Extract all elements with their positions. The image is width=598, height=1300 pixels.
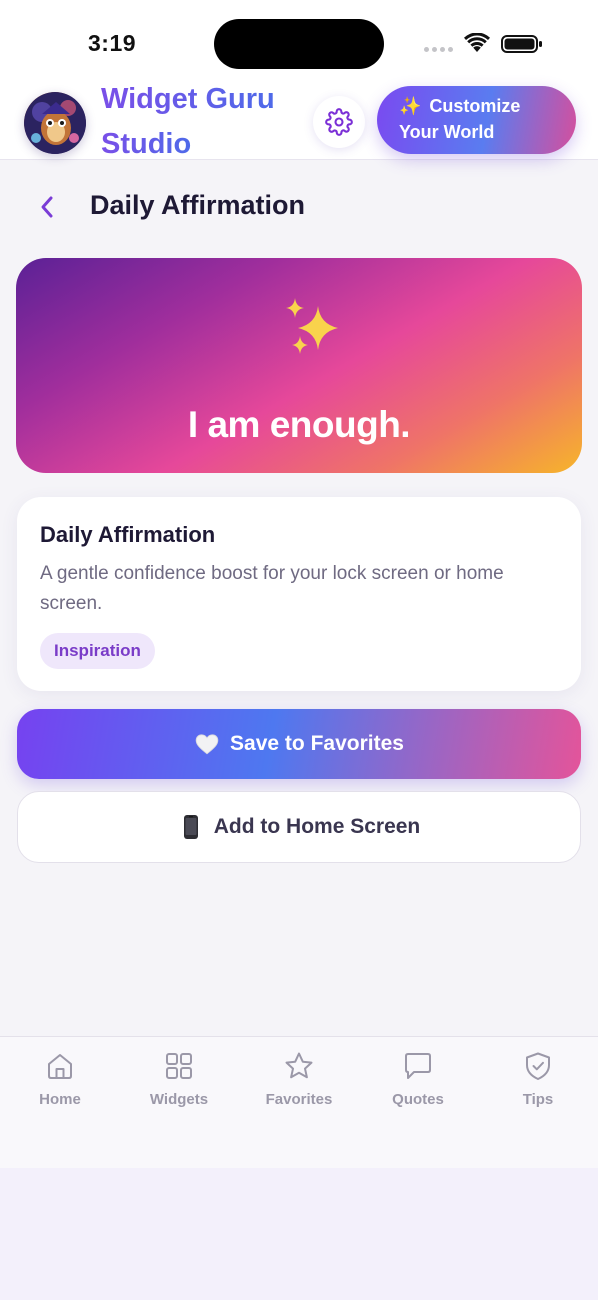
settings-button[interactable] [313,96,365,148]
chat-icon [405,1053,431,1079]
save-to-favorites-button[interactable]: Save to Favorites [17,709,581,779]
brand-title-line-1: Widget Guru [101,83,275,115]
tab-home[interactable]: Home [10,1051,110,1108]
brand-title-line-2: Studio [101,128,192,160]
widget-description: A gentle confidence boost for your lock … [40,563,504,614]
sparkles-icon [286,298,338,354]
tab-widgets[interactable]: Widgets [129,1051,229,1108]
home-icon [48,1054,72,1079]
sparkles-icon: ✨ [399,96,422,116]
wifi-icon [464,33,490,52]
avatar[interactable] [24,92,86,154]
page-title: Daily Affirmation [90,190,306,220]
white-heart-icon [195,734,219,755]
back-button[interactable] [30,190,64,224]
status-time: 3:19 [88,30,137,56]
home-indicator-area [0,1168,598,1300]
grid-icon [166,1053,192,1079]
tab-bar: Home Widgets Favorites Quotes Tips [0,1036,598,1168]
affirmation-text: I am enough. [187,404,411,445]
widget-title: Daily Affirmation [40,522,216,547]
shield-check-icon [526,1052,550,1080]
chevron-left-icon [41,196,53,218]
tab-quotes[interactable]: Quotes [368,1051,468,1108]
customize-button[interactable]: ✨ Customize Your World [377,86,576,154]
save-to-favorites-label: Save to Favorites [230,732,404,755]
phone-icon [183,815,198,839]
tab-quotes-label: Quotes [392,1091,444,1108]
tab-favorites-label: Favorites [265,1091,333,1108]
widget-info-card: Daily Affirmation A gentle confidence bo… [17,497,581,691]
affirmation-preview: I am enough. [16,258,582,473]
app-header: Widget Guru Studio ✨ Customize Your World [0,80,598,160]
dynamic-island [214,19,384,69]
customize-label-line-2: Your World [399,122,495,142]
tab-widgets-label: Widgets [149,1091,209,1108]
add-to-home-screen-label: Add to Home Screen [213,815,421,838]
cellular-signal-icon [424,47,453,52]
gear-icon [325,108,353,136]
app-screen: 3:19 Widget Guru Studio ✨ Customize Your… [0,0,598,1168]
status-bar: 3:19 [0,0,598,80]
tab-tips-label: Tips [522,1091,554,1108]
add-to-home-screen-button[interactable]: Add to Home Screen [17,791,581,863]
tab-home-label: Home [39,1091,81,1108]
tab-favorites[interactable]: Favorites [249,1051,349,1108]
category-tag: Inspiration [40,633,155,669]
avatar-illustration [24,92,86,154]
battery-icon [501,35,542,53]
star-icon [285,1052,313,1079]
tab-tips[interactable]: Tips [488,1051,588,1108]
customize-label-line-1: ✨ Customize [399,96,521,116]
